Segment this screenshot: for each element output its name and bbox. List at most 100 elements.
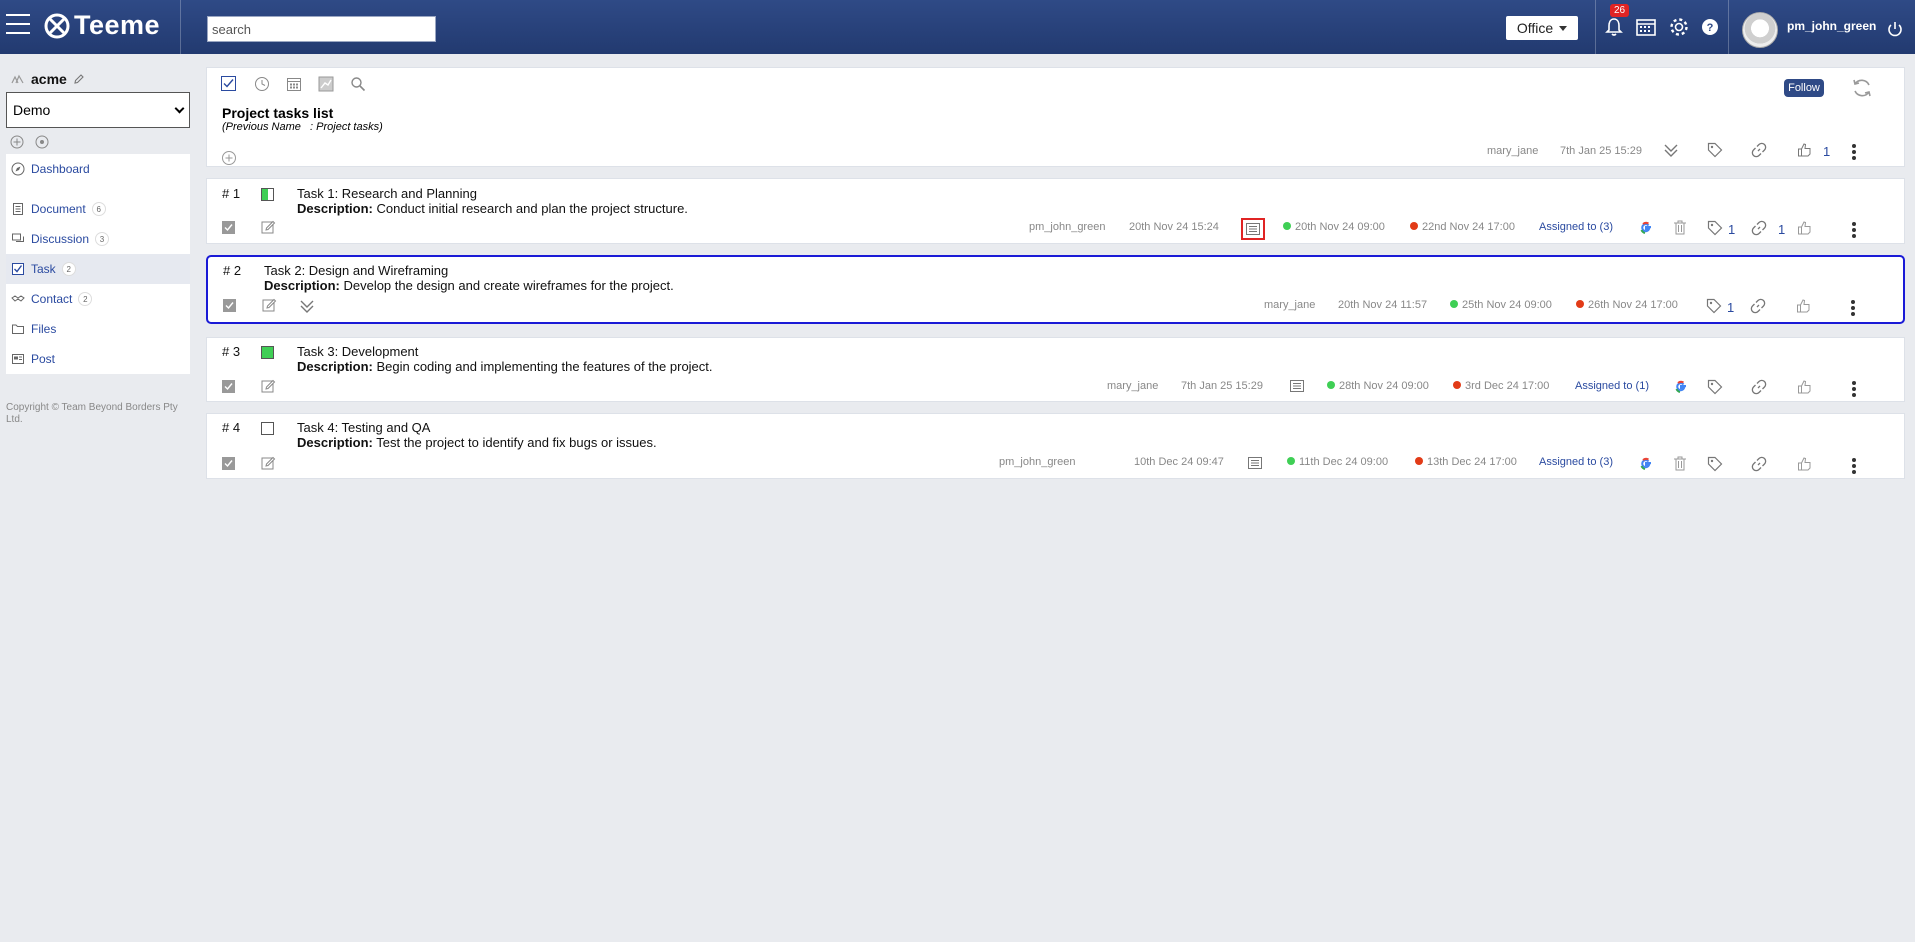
double-chevron-down-icon[interactable] (299, 298, 315, 314)
gantt-chart-icon[interactable] (318, 76, 334, 92)
link-icon[interactable] (1751, 220, 1767, 236)
sidebar-item-discussion[interactable]: Discussion 3 (6, 224, 190, 254)
task-title[interactable]: Task 1: Research and Planning (297, 186, 477, 201)
assigned-to-link[interactable]: Assigned to (1) (1575, 380, 1649, 392)
task-row[interactable]: # 1 Task 1: Research and Planning Descri… (206, 178, 1905, 244)
link-icon[interactable] (1751, 379, 1767, 395)
clock-icon[interactable] (254, 76, 270, 92)
add-circle-icon[interactable] (10, 135, 24, 149)
task-title[interactable]: Task 2: Design and Wireframing (264, 263, 448, 278)
task-title[interactable]: Task 4: Testing and QA (297, 420, 430, 435)
trash-icon[interactable] (1673, 456, 1687, 471)
notification-badge: 26 (1610, 4, 1630, 17)
notes-icon[interactable] (1248, 457, 1262, 469)
username[interactable]: pm_john_green (1787, 19, 1876, 33)
folder-icon (12, 324, 24, 334)
search-icon[interactable] (350, 76, 366, 92)
document-icon (13, 203, 23, 215)
assigned-to-link[interactable]: Assigned to (3) (1539, 456, 1613, 468)
google-icon[interactable] (1639, 457, 1653, 471)
task-row-selected[interactable]: # 2 Task 2: Design and Wireframing Descr… (206, 255, 1905, 324)
tag-icon[interactable] (1707, 220, 1723, 236)
task-title[interactable]: Task 3: Development (297, 344, 418, 359)
complete-checkbox-icon[interactable] (223, 299, 236, 312)
edit-pencil-icon[interactable] (73, 73, 85, 85)
like-count: 1 (1823, 144, 1831, 159)
edit-icon[interactable] (261, 456, 276, 471)
notes-icon[interactable] (1290, 380, 1304, 392)
refresh-icon[interactable] (1850, 76, 1874, 100)
sidebar-item-post[interactable]: Post (6, 344, 190, 374)
task-row[interactable]: # 4 Task 4: Testing and QA Description: … (206, 413, 1905, 479)
sidebar-tools (10, 135, 50, 149)
follow-button[interactable]: Follow (1784, 79, 1824, 97)
help-icon[interactable]: ? (1699, 16, 1721, 38)
search-input[interactable] (207, 16, 436, 42)
status-checkbox[interactable] (261, 346, 274, 359)
calendar-icon[interactable] (286, 76, 302, 92)
link-icon[interactable] (1751, 142, 1767, 158)
google-icon[interactable] (1639, 221, 1653, 235)
power-icon[interactable] (1886, 20, 1904, 38)
brand-name: Teeme (74, 10, 161, 40)
edit-icon[interactable] (262, 298, 277, 313)
google-icon[interactable] (1674, 380, 1688, 394)
assigned-to-link[interactable]: Assigned to (3) (1539, 221, 1613, 233)
thumbs-up-icon[interactable] (1796, 298, 1812, 314)
task-author: mary_jane (1264, 299, 1316, 311)
thumbs-up-icon[interactable] (1797, 456, 1813, 472)
list-date: 7th Jan 25 15:29 (1560, 145, 1642, 157)
edit-icon[interactable] (261, 379, 276, 394)
tag-icon[interactable] (1707, 142, 1723, 158)
task-view-icon[interactable] (221, 76, 236, 91)
sidebar-item-dashboard[interactable]: Dashboard (6, 154, 190, 184)
task-description: Description: Develop the design and crea… (264, 278, 674, 293)
more-vertical-icon[interactable] (1852, 381, 1856, 399)
thumbs-up-icon[interactable] (1797, 379, 1813, 395)
more-vertical-icon[interactable] (1852, 222, 1856, 240)
avatar[interactable] (1742, 12, 1778, 48)
tag-icon[interactable] (1707, 456, 1723, 472)
gear-icon[interactable] (1668, 16, 1690, 38)
tag-icon[interactable] (1707, 379, 1723, 395)
task-description: Description: Begin coding and implementi… (297, 359, 713, 374)
eye-icon[interactable] (34, 135, 50, 149)
more-vertical-icon[interactable] (1851, 300, 1855, 318)
complete-checkbox-icon[interactable] (222, 221, 235, 234)
post-icon (12, 354, 24, 364)
office-dropdown[interactable]: Office (1506, 16, 1578, 40)
status-checkbox[interactable] (261, 188, 274, 201)
edit-icon[interactable] (261, 220, 276, 235)
sidebar-item-document[interactable]: Document 6 (6, 194, 190, 224)
hamburger-menu-icon[interactable] (6, 14, 30, 36)
more-vertical-icon[interactable] (1852, 458, 1856, 476)
task-end-date: 13th Dec 24 17:00 (1415, 456, 1517, 468)
sidebar-item-task[interactable]: Task 2 (6, 254, 190, 284)
task-end-date: 22nd Nov 24 17:00 (1410, 221, 1515, 233)
link-icon[interactable] (1751, 456, 1767, 472)
space-select[interactable]: Demo (6, 92, 190, 128)
double-chevron-down-icon[interactable] (1663, 142, 1679, 158)
link-icon[interactable] (1750, 298, 1766, 314)
tag-icon[interactable] (1706, 298, 1722, 314)
compass-icon (11, 162, 25, 176)
complete-checkbox-icon[interactable] (222, 457, 235, 470)
notes-button[interactable] (1241, 218, 1265, 240)
description-label: Description: (297, 201, 373, 216)
task-row[interactable]: # 3 Task 3: Development Description: Beg… (206, 337, 1905, 402)
trash-icon[interactable] (1673, 220, 1687, 235)
complete-checkbox-icon[interactable] (222, 380, 235, 393)
app-logo[interactable]: Teeme (44, 10, 160, 41)
sidebar-item-contact[interactable]: Contact 2 (6, 284, 190, 314)
calendar-icon[interactable] (1635, 16, 1657, 38)
thumbs-up-icon[interactable] (1797, 220, 1813, 236)
more-vertical-icon[interactable] (1852, 144, 1856, 162)
sidebar-nav: Dashboard Document 6 Discussion 3 Task 2… (6, 154, 190, 374)
add-circle-icon[interactable] (221, 150, 237, 166)
description-text: Conduct initial research and plan the pr… (376, 201, 688, 216)
sidebar-item-files[interactable]: Files (6, 314, 190, 344)
bell-icon[interactable] (1603, 16, 1625, 38)
status-checkbox[interactable] (261, 422, 274, 435)
sidebar-item-label: Discussion (31, 232, 90, 246)
thumbs-up-icon[interactable] (1797, 142, 1813, 158)
